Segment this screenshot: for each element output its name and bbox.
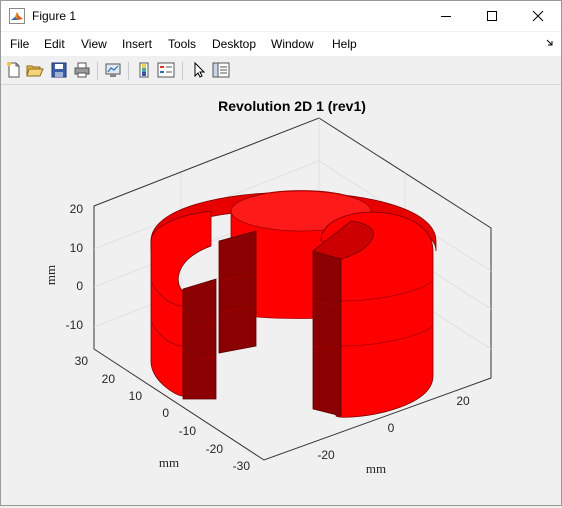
close-button[interactable] — [515, 1, 561, 31]
menu-tools[interactable]: Tools — [168, 37, 196, 51]
z-tick-label: -10 — [66, 318, 84, 332]
menu-file[interactable]: File — [10, 37, 29, 51]
plot-title: Revolution 2D 1 (rev1) — [218, 98, 366, 114]
print-icon[interactable] — [73, 61, 91, 79]
y-tick-label: -30 — [233, 459, 251, 473]
matlab-logo-icon — [9, 8, 25, 24]
toolbar-separator — [97, 62, 98, 80]
dock-arrow-icon[interactable] — [546, 39, 554, 47]
menu-window[interactable]: Window — [271, 37, 314, 51]
figure-toolbar — [1, 57, 561, 85]
z-axis-label: mm — [43, 265, 58, 285]
menu-desktop[interactable]: Desktop — [212, 37, 256, 51]
menu-edit[interactable]: Edit — [44, 37, 65, 51]
y-tick-label: 30 — [75, 354, 89, 368]
x-axis-label: mm — [366, 461, 386, 476]
new-figure-icon[interactable] — [5, 61, 23, 79]
y-tick-label: 0 — [162, 406, 169, 420]
x-tick-label: 0 — [388, 421, 395, 435]
y-tick-label: 20 — [102, 372, 116, 386]
figure-canvas[interactable]: 20 10 0 -10 30 20 10 0 -10 -20 -30 -20 0… — [1, 85, 561, 505]
x-tick-label: -20 — [317, 448, 335, 462]
z-tick-label: 20 — [70, 202, 84, 216]
axes-3d[interactable]: 20 10 0 -10 30 20 10 0 -10 -20 -30 -20 0… — [1, 85, 561, 505]
open-file-icon[interactable] — [26, 61, 44, 79]
menu-bar: File Edit View Insert Tools Desktop Wind… — [1, 32, 561, 56]
title-bar: Figure 1 — [1, 1, 561, 31]
menu-insert[interactable]: Insert — [122, 37, 152, 51]
minimize-button[interactable] — [423, 1, 469, 31]
z-tick-label: 0 — [76, 279, 83, 293]
menu-view[interactable]: View — [81, 37, 107, 51]
close-icon — [532, 10, 544, 22]
y-tick-label: -10 — [179, 424, 197, 438]
link-plot-icon[interactable] — [104, 61, 122, 79]
maximize-icon — [487, 11, 497, 21]
z-tick-label: 10 — [70, 241, 84, 255]
minimize-icon — [441, 16, 451, 17]
toolbar-separator — [128, 62, 129, 80]
x-tick-label: 20 — [456, 394, 470, 408]
z-tick-labels: 20 10 0 -10 — [66, 202, 84, 332]
y-tick-label: -20 — [206, 442, 224, 456]
y-tick-label: 10 — [129, 389, 143, 403]
revolution-surface — [150, 190, 437, 418]
maximize-button[interactable] — [469, 1, 515, 31]
toolbar-separator — [182, 62, 183, 80]
y-axis-label: mm — [159, 455, 179, 470]
save-icon[interactable] — [50, 61, 68, 79]
menu-help[interactable]: Help — [332, 37, 357, 51]
window-title: Figure 1 — [32, 9, 77, 23]
colorbar-icon[interactable] — [135, 61, 153, 79]
property-inspector-icon[interactable] — [212, 61, 230, 79]
figure-window: Figure 1 File Edit View Insert Tools Des… — [0, 0, 562, 506]
pointer-icon[interactable] — [190, 61, 208, 79]
legend-icon[interactable] — [157, 61, 175, 79]
